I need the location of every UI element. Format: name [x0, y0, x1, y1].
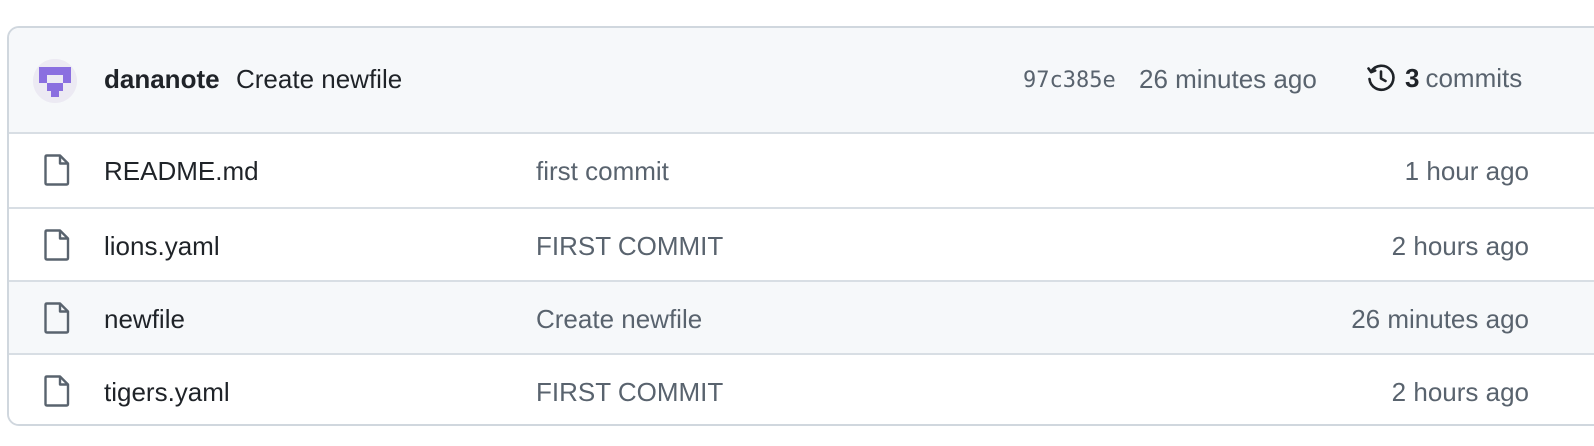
file-commit-message-link[interactable]: Create newfile — [536, 304, 702, 335]
file-row: lions.yaml FIRST COMMIT 2 hours ago — [9, 207, 1594, 280]
commit-message-link[interactable]: Create newfile — [236, 64, 402, 95]
history-clock-icon — [1367, 64, 1395, 92]
file-name-link[interactable]: tigers.yaml — [104, 377, 230, 408]
commit-timestamp: 26 minutes ago — [1139, 64, 1317, 94]
file-list: README.md first commit 1 hour ago lions.… — [9, 134, 1594, 424]
file-commit-message-link[interactable]: FIRST COMMIT — [536, 231, 723, 262]
file-row: README.md first commit 1 hour ago — [9, 134, 1594, 207]
latest-commit-bar: dananote Create newfile 97c385e 26 minut… — [9, 28, 1594, 134]
file-name-link[interactable]: README.md — [104, 156, 259, 187]
file-icon — [44, 302, 70, 334]
file-commit-age: 26 minutes ago — [1351, 304, 1529, 334]
commit-history-link[interactable]: 3 commits — [1365, 62, 1522, 94]
file-commit-age: 2 hours ago — [1391, 377, 1529, 407]
file-name-link[interactable]: lions.yaml — [104, 231, 220, 262]
file-commit-message-link[interactable]: first commit — [536, 156, 669, 187]
file-icon — [44, 229, 70, 261]
file-row: newfile Create newfile 26 minutes ago — [9, 280, 1594, 353]
commit-author-link[interactable]: dananote — [104, 64, 220, 95]
file-icon — [44, 375, 70, 407]
author-avatar[interactable] — [33, 59, 77, 103]
commit-count: 3 — [1405, 62, 1420, 93]
file-icon — [44, 154, 70, 186]
commit-count-label: commits — [1425, 62, 1523, 93]
file-commit-age: 1 hour ago — [1404, 156, 1529, 186]
file-name-link[interactable]: newfile — [104, 304, 185, 335]
file-commit-age: 2 hours ago — [1391, 231, 1529, 261]
commit-sha-link[interactable]: 97c385e — [1023, 68, 1116, 93]
file-browser: dananote Create newfile 97c385e 26 minut… — [7, 26, 1594, 426]
file-commit-message-link[interactable]: FIRST COMMIT — [536, 377, 723, 408]
identicon-icon — [33, 59, 77, 103]
file-row: tigers.yaml FIRST COMMIT 2 hours ago — [9, 353, 1594, 424]
